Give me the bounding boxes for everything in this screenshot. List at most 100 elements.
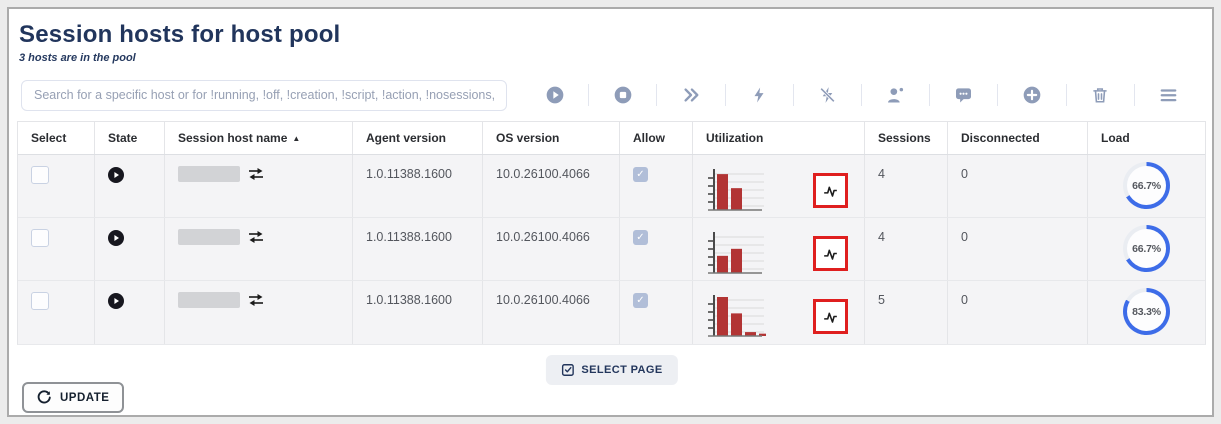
- searchbar-row: [21, 78, 1202, 112]
- state-cell: [95, 281, 165, 344]
- state-cell: [95, 155, 165, 217]
- column-header-label: Agent version: [366, 131, 446, 145]
- agent-version-cell: 1.0.11388.1600: [353, 281, 483, 344]
- select-cell: [18, 155, 95, 217]
- select-cell: [18, 218, 95, 280]
- load-percentage: 66.7%: [1127, 229, 1166, 268]
- activity-highlight-box: [813, 173, 848, 208]
- disconnected-value: 0: [961, 291, 968, 307]
- os-version-value: 10.0.26100.4066: [496, 165, 590, 181]
- host-name-redacted: [178, 166, 240, 182]
- allow-checkbox-checked[interactable]: ✓: [633, 293, 648, 308]
- activity-icon[interactable]: [821, 181, 840, 200]
- activity-icon[interactable]: [821, 244, 840, 263]
- swap-arrows-icon: [240, 228, 264, 244]
- sessions-value: 4: [878, 165, 885, 181]
- host-name-cell: [165, 218, 353, 280]
- column-header-disconnected[interactable]: Disconnected: [948, 122, 1088, 154]
- column-header-label: Select: [31, 131, 66, 145]
- allow-checkbox-checked[interactable]: ✓: [633, 167, 648, 182]
- select-host-checkbox[interactable]: [31, 229, 49, 247]
- utilization-bar-chart: [706, 291, 766, 341]
- host-name-redacted: [178, 229, 240, 245]
- utilization-cell: [693, 155, 865, 217]
- add-icon[interactable]: [998, 85, 1065, 105]
- column-header-load[interactable]: Load: [1088, 122, 1205, 154]
- swap-arrows-icon: [240, 165, 264, 181]
- menu-icon[interactable]: [1135, 86, 1202, 104]
- column-header-label: Allow: [633, 131, 665, 145]
- os-version-cell: 10.0.26100.4066: [483, 281, 620, 344]
- state-running-icon: [108, 230, 124, 246]
- os-version-value: 10.0.26100.4066: [496, 228, 590, 244]
- sessions-value: 5: [878, 291, 885, 307]
- utilization-cell: [693, 281, 865, 344]
- disconnected-value: 0: [961, 165, 968, 181]
- state-running-icon: [108, 167, 124, 183]
- utilization-cell: [693, 218, 865, 280]
- activity-icon[interactable]: [821, 307, 840, 326]
- delete-icon[interactable]: [1067, 85, 1134, 105]
- utilization-bar-chart: [706, 165, 766, 215]
- agent-version-value: 1.0.11388.1600: [366, 291, 452, 307]
- column-header-utilization[interactable]: Utilization: [693, 122, 865, 154]
- column-header-os-version[interactable]: OS version: [483, 122, 620, 154]
- select-host-checkbox[interactable]: [31, 166, 49, 184]
- disconnected-cell: 0: [948, 155, 1088, 217]
- message-icon[interactable]: [930, 85, 997, 105]
- column-header-allow[interactable]: Allow: [620, 122, 693, 154]
- session-host-row: 1.0.11388.1600 10.0.26100.4066 ✓ 5 0 83.…: [18, 281, 1205, 344]
- load-cell: 66.7%: [1088, 155, 1205, 217]
- load-percentage: 83.3%: [1127, 292, 1166, 331]
- disconnected-cell: 0: [948, 281, 1088, 344]
- os-version-cell: 10.0.26100.4066: [483, 155, 620, 217]
- sessions-cell: 4: [865, 218, 948, 280]
- column-header-label: State: [108, 131, 137, 145]
- table-header-row: Select State Session host name ▲ Agent versi…: [18, 122, 1205, 155]
- session-hosts-table: Select State Session host name ▲ Agent versi…: [17, 121, 1206, 345]
- swap-arrows-icon: [240, 291, 264, 307]
- column-header-session-host-name[interactable]: Session host name ▲: [165, 122, 353, 154]
- sort-asc-icon: ▲: [292, 134, 300, 143]
- update-button[interactable]: UPDATE: [22, 382, 124, 413]
- allow-cell: ✓: [620, 155, 693, 217]
- column-header-label: Session host name: [178, 131, 287, 145]
- load-progress-ring: 83.3%: [1123, 288, 1170, 335]
- start-icon[interactable]: [521, 85, 588, 105]
- column-header-label: Disconnected: [961, 131, 1040, 145]
- column-header-sessions[interactable]: Sessions: [865, 122, 948, 154]
- stop-icon[interactable]: [589, 85, 656, 105]
- force-start-icon[interactable]: [726, 85, 793, 105]
- column-header-state[interactable]: State: [95, 122, 165, 154]
- sessions-value: 4: [878, 228, 885, 244]
- session-host-row: 1.0.11388.1600 10.0.26100.4066 ✓ 4 0 66.…: [18, 218, 1205, 281]
- sessions-cell: 4: [865, 155, 948, 217]
- os-version-cell: 10.0.26100.4066: [483, 218, 620, 280]
- sessions-cell: 5: [865, 281, 948, 344]
- os-version-value: 10.0.26100.4066: [496, 291, 590, 307]
- activity-highlight-box: [813, 299, 848, 334]
- force-stop-icon[interactable]: [794, 85, 861, 105]
- state-running-icon: [108, 293, 124, 309]
- activity-highlight-box: [813, 236, 848, 271]
- update-label: UPDATE: [60, 392, 109, 404]
- column-header-label: Utilization: [706, 131, 763, 145]
- agent-version-value: 1.0.11388.1600: [366, 228, 452, 244]
- search-input[interactable]: [21, 80, 507, 111]
- column-header-label: Load: [1101, 131, 1130, 145]
- select-host-checkbox[interactable]: [31, 292, 49, 310]
- more-actions-icon[interactable]: [657, 86, 724, 104]
- load-progress-ring: 66.7%: [1123, 162, 1170, 209]
- column-header-label: OS version: [496, 131, 559, 145]
- column-header-agent-version[interactable]: Agent version: [353, 122, 483, 154]
- utilization-bar-chart: [706, 228, 766, 278]
- column-header-select[interactable]: Select: [18, 122, 95, 154]
- table-body: 1.0.11388.1600 10.0.26100.4066 ✓ 4 0 66.…: [18, 155, 1205, 344]
- add-user-icon[interactable]: [862, 85, 929, 105]
- allow-checkbox-checked[interactable]: ✓: [633, 230, 648, 245]
- select-page-button[interactable]: SELECT PAGE: [545, 355, 677, 385]
- disconnected-cell: 0: [948, 218, 1088, 280]
- agent-version-cell: 1.0.11388.1600: [353, 218, 483, 280]
- allow-cell: ✓: [620, 281, 693, 344]
- page-subtitle: 3 hosts are in the pool: [19, 52, 1206, 64]
